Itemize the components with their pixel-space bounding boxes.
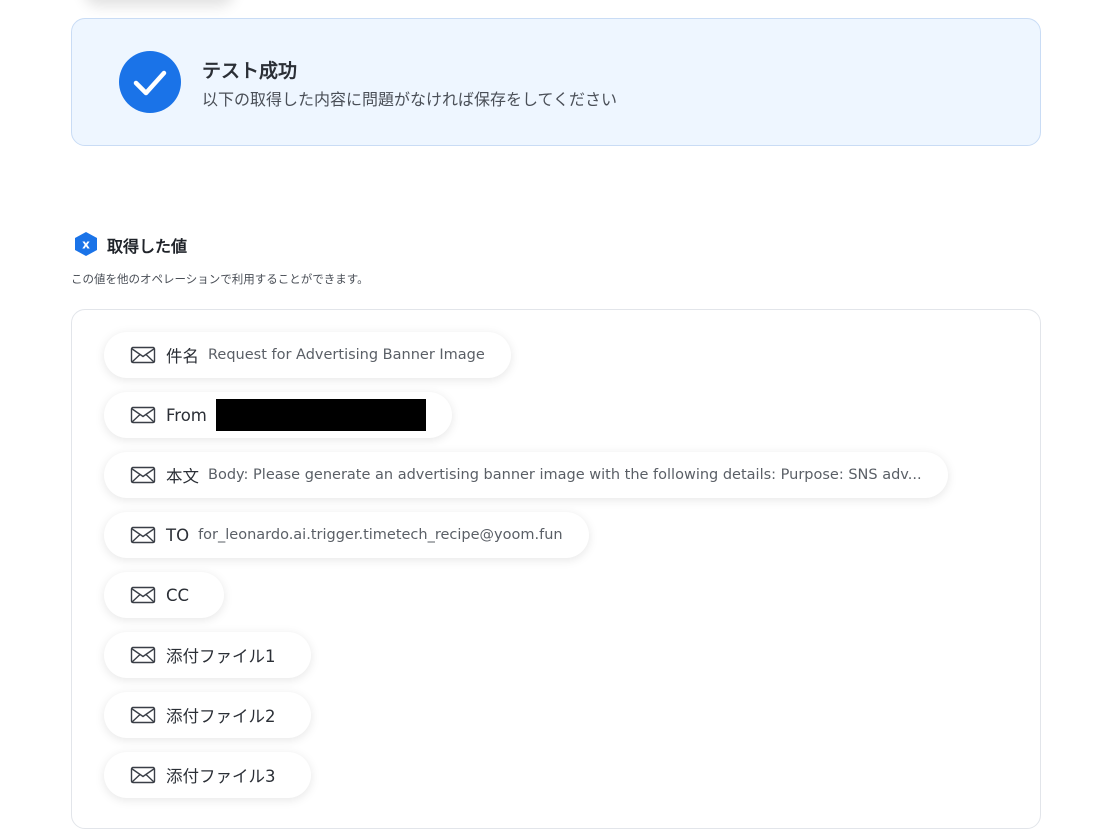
- acquired-values-panel: 件名 Request for Advertising Banner Image …: [71, 309, 1041, 829]
- variable-x-icon: x: [73, 231, 99, 257]
- field-value: for_leonardo.ai.trigger.timetech_recipe@…: [198, 527, 563, 543]
- mail-icon: [130, 646, 156, 664]
- mail-icon: [130, 586, 156, 604]
- acquired-values-heading: 取得した値: [107, 237, 188, 256]
- field-value: Body: Please generate an advertising ban…: [208, 467, 922, 483]
- mail-icon: [130, 406, 156, 424]
- value-chip-cc[interactable]: CC: [104, 572, 225, 618]
- value-chip-from[interactable]: From: [104, 392, 452, 438]
- field-name: 添付ファイル1: [166, 647, 276, 666]
- check-circle-icon: [119, 51, 181, 113]
- field-name: 件名: [166, 347, 199, 366]
- mail-icon: [130, 346, 156, 364]
- value-chip-attachment-1[interactable]: 添付ファイル1: [104, 632, 311, 678]
- value-chip-subject[interactable]: 件名 Request for Advertising Banner Image: [104, 332, 511, 378]
- svg-text:x: x: [82, 238, 90, 252]
- mail-icon: [130, 766, 156, 784]
- field-name: CC: [166, 585, 190, 605]
- mail-icon: [130, 466, 156, 484]
- test-success-banner: テスト成功 以下の取得した内容に問題がなければ保存をしてください: [71, 18, 1041, 146]
- success-message: 以下の取得した内容に問題がなければ保存をしてください: [202, 90, 618, 109]
- acquired-values-description: この値を他のオペレーションで利用することができます。: [71, 272, 369, 286]
- value-chip-attachment-2[interactable]: 添付ファイル2: [104, 692, 311, 738]
- mail-icon: [130, 706, 156, 724]
- field-name: From: [166, 405, 207, 425]
- value-chip-attachment-3[interactable]: 添付ファイル3: [104, 752, 311, 798]
- field-name: TO: [166, 525, 190, 545]
- field-name: 本文: [166, 467, 199, 486]
- field-name: 添付ファイル2: [166, 707, 276, 726]
- redacted-value: [215, 399, 426, 431]
- mail-icon: [130, 526, 156, 544]
- field-value: Request for Advertising Banner Image: [208, 347, 485, 363]
- success-title: テスト成功: [202, 60, 298, 82]
- value-chip-list: 件名 Request for Advertising Banner Image …: [104, 332, 948, 812]
- value-chip-body[interactable]: 本文 Body: Please generate an advertising …: [104, 452, 948, 498]
- field-name: 添付ファイル3: [166, 767, 276, 786]
- value-chip-to[interactable]: TO for_leonardo.ai.trigger.timetech_reci…: [104, 512, 589, 558]
